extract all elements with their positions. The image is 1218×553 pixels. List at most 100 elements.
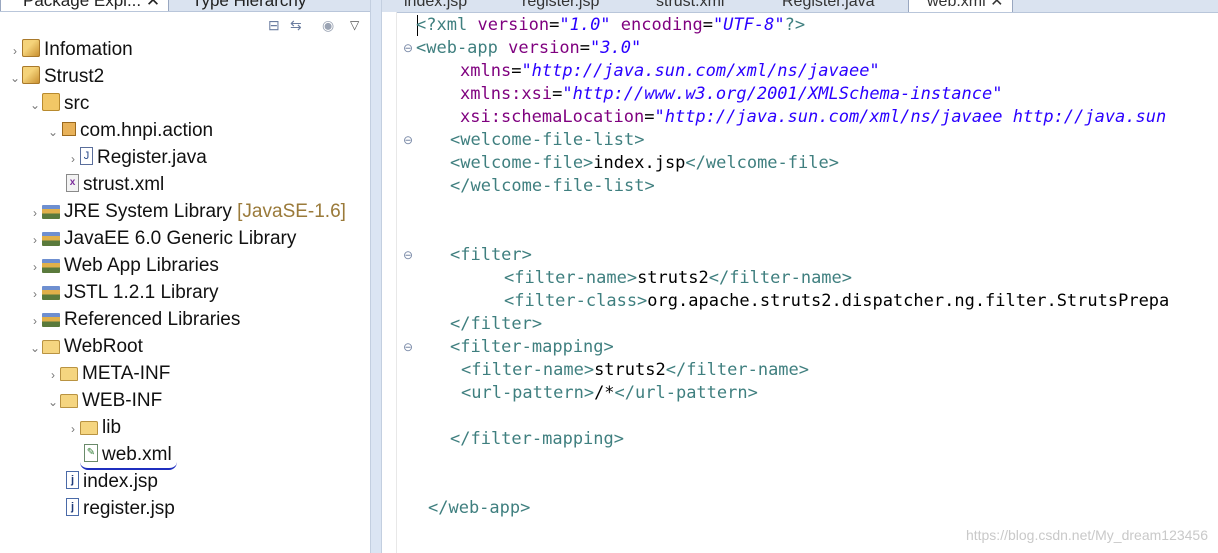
expand-arrow-icon[interactable]: › [66, 416, 80, 443]
expand-arrow-icon[interactable]: › [28, 281, 42, 308]
library-icon [42, 231, 60, 246]
tree-item-src[interactable]: ⌄ src [28, 90, 89, 117]
tree-item-jstl-library[interactable]: › JSTL 1.2.1 Library [28, 279, 219, 306]
close-icon[interactable]: ✕ [146, 0, 160, 10]
tree-item-referenced-libraries[interactable]: › Referenced Libraries [28, 306, 240, 333]
fold-toggle-icon[interactable]: ⊖ [403, 336, 413, 359]
token-text: struts2 [637, 268, 709, 288]
tree-item-webroot[interactable]: ⌄ WebRoot [28, 333, 143, 360]
view-menu-chevron-icon[interactable]: ▽ [350, 14, 359, 36]
project-icon [22, 65, 40, 84]
tab-web-xml[interactable]: web.xml ✕ [908, 0, 1013, 12]
folder-open-icon [60, 393, 78, 408]
token-text: struts2 [594, 360, 666, 380]
expand-arrow-icon[interactable]: › [28, 227, 42, 254]
token-attr: version [477, 15, 550, 35]
token-tag: </url-pattern> [614, 383, 758, 403]
tree-item-label: Referenced Libraries [64, 309, 241, 330]
collapse-arrow-icon[interactable]: ⌄ [8, 65, 22, 92]
tree-item-lib[interactable]: › lib [66, 414, 121, 441]
library-icon [42, 204, 60, 219]
token-tag: </filter-mapping> [450, 429, 624, 449]
tree-item-register-jsp[interactable]: j register.jsp [52, 495, 175, 522]
tree-item-infomation[interactable]: › Infomation [8, 36, 133, 63]
token-pi: ?> [784, 15, 806, 35]
tab-label: index.jsp [404, 0, 468, 10]
fold-toggle-icon[interactable]: ⊖ [403, 37, 413, 60]
tab-register-java[interactable]: Register.java [764, 0, 875, 12]
token-text: org.apache.struts2.dispatcher.ng.filter.… [647, 291, 1170, 311]
package-explorer: Package Expl... ✕ Type Hierarchy ⊟ ⇆ ◉ ▽… [0, 0, 370, 553]
tree-item-label: JRE System Library [64, 201, 232, 222]
xml-editor[interactable]: index.jsp register.jsp strust.xml Regist… [382, 0, 1218, 553]
token-tag: <filter-name> [504, 268, 638, 288]
expand-arrow-icon[interactable]: › [46, 362, 60, 389]
tree-item-com-hnpi-action[interactable]: ⌄ com.hnpi.action [46, 117, 213, 144]
token-tag: <welcome-file-list> [450, 130, 645, 150]
explorer-tab-bar: Package Expl... ✕ Type Hierarchy [0, 0, 370, 12]
token-tag: </welcome-file> [685, 153, 839, 173]
collapse-arrow-icon[interactable]: ⌄ [28, 335, 42, 362]
tab-index-jsp[interactable]: index.jsp [386, 0, 467, 12]
tab-label: strust.xml [656, 0, 725, 10]
web-xml-file-icon: ✎ [84, 443, 98, 462]
token-tag: <welcome-file> [450, 153, 594, 173]
collapse-arrow-icon[interactable]: ⌄ [46, 389, 60, 416]
tree-item-strust2[interactable]: ⌄ Strust2 [8, 63, 104, 90]
tree-item-meta-inf[interactable]: › META-INF [46, 360, 170, 387]
focus-icon[interactable]: ◉ [322, 14, 334, 36]
library-icon [42, 258, 60, 273]
expand-arrow-icon[interactable]: › [28, 254, 42, 281]
expand-arrow-icon[interactable]: › [8, 38, 22, 65]
tree-item-label: Register.java [97, 147, 207, 168]
tree-item-strust-xml[interactable]: x strust.xml [52, 171, 164, 198]
token-attr: version [508, 38, 580, 58]
tree-item-web-inf[interactable]: ⌄ WEB-INF [46, 387, 162, 414]
editor-tab-bar: index.jsp register.jsp strust.xml Regist… [382, 0, 1218, 13]
expand-arrow-icon[interactable]: › [28, 200, 42, 227]
code-line: </web-app> [428, 497, 530, 520]
tree-item-javaee-library[interactable]: › JavaEE 6.0 Generic Library [28, 225, 296, 252]
project-icon [22, 38, 40, 57]
jsp-file-icon: j [66, 470, 79, 489]
token-value: "1.0" [559, 15, 611, 35]
code-line: <welcome-file-list> [450, 129, 644, 152]
folder-icon [60, 366, 78, 381]
tab-package-explorer[interactable]: Package Expl... ✕ [0, 0, 170, 11]
code-line: <filter-mapping> [450, 336, 614, 359]
link-editor-icon[interactable]: ⇆ [290, 14, 302, 36]
collapse-arrow-icon[interactable]: ⌄ [46, 119, 60, 146]
expand-arrow-icon[interactable]: › [66, 146, 80, 173]
tree-item-index-jsp[interactable]: j index.jsp [52, 468, 158, 495]
tab-strust-xml[interactable]: strust.xml [638, 0, 724, 12]
expand-arrow-icon[interactable]: › [28, 308, 42, 335]
tab-register-jsp[interactable]: register.jsp [504, 0, 599, 12]
token-tag: <filter-name> [461, 360, 595, 380]
token-value: "http://www.w3.org/2001/XMLSchema-instan… [562, 84, 1003, 104]
fold-toggle-icon[interactable]: ⊖ [403, 129, 413, 152]
code-line: xmlns:xsi="http://www.w3.org/2001/XMLSch… [460, 84, 1003, 104]
library-decoration: [JavaSE-1.6] [237, 201, 346, 222]
token-tag: </filter> [450, 314, 543, 334]
token-attr: xsi:schemaLocation [460, 107, 645, 127]
token-tag: <filter> [450, 245, 532, 265]
token-value: "http://java.sun.com/xml/ns/javaee" [521, 61, 880, 81]
token-tag: <filter-class> [504, 291, 648, 311]
pane-splitter[interactable] [370, 0, 382, 553]
collapse-arrow-icon[interactable]: ⌄ [28, 92, 42, 119]
collapse-all-icon[interactable]: ⊟ [268, 14, 280, 36]
tree-item-jre-system-library[interactable]: › JRE System Library [JavaSE-1.6] [28, 198, 346, 225]
folder-icon [80, 420, 98, 435]
code-line: </filter-mapping> [450, 428, 624, 451]
close-icon[interactable]: ✕ [990, 0, 1003, 10]
tree-item-label: WEB-INF [82, 390, 163, 411]
tree-item-register-java[interactable]: › J Register.java [66, 144, 207, 171]
tab-label: web.xml [927, 0, 986, 10]
tree-item-label: Infomation [44, 39, 133, 60]
fold-toggle-icon[interactable]: ⊖ [403, 244, 413, 267]
token-tag: <web-app [416, 38, 498, 58]
code-line: <welcome-file>index.jsp</welcome-file> [450, 152, 839, 175]
code-line: </filter> [450, 313, 542, 336]
tab-type-hierarchy[interactable]: Type Hierarchy [170, 0, 314, 11]
tree-item-web-app-libraries[interactable]: › Web App Libraries [28, 252, 219, 279]
